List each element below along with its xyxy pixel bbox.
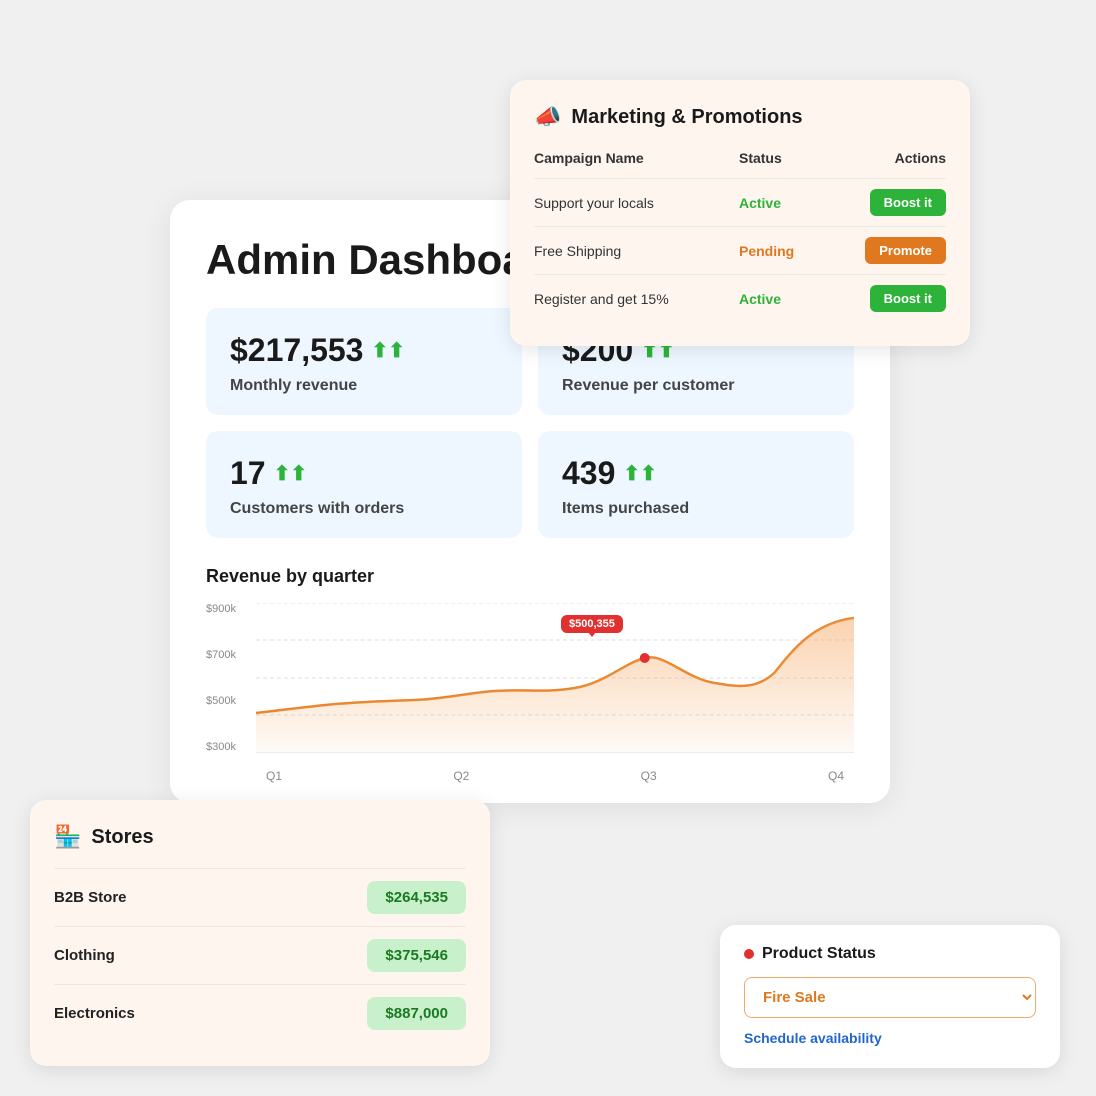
campaign-name-1: Support your locals [534,179,739,227]
col-actions: Actions [823,150,946,179]
metric-label-items: Items purchased [562,500,830,518]
marketing-promotions-card: 📣 Marketing & Promotions Campaign Name S… [510,80,970,346]
metric-value-items: 439 ⬆⬆ [562,455,830,492]
campaign-status-2: Pending [739,243,794,259]
stores-card: 🏪 Stores B2B Store $264,535 Clothing $37… [30,800,490,1066]
store-name-b2b: B2B Store [54,889,127,906]
metric-label-revenue: Monthly revenue [230,377,498,395]
chart-x-label-q1: Q1 [266,769,282,783]
items-trend-icon: ⬆⬆ [623,464,657,484]
chart-x-label-q4: Q4 [828,769,844,783]
chart-tooltip: $500,355 [561,615,623,633]
metric-value-customers: 17 ⬆⬆ [230,455,498,492]
boost-button-1[interactable]: Boost it [870,189,946,216]
campaign-status-3: Active [739,291,781,307]
chart-y-label-2: $700k [206,649,236,661]
chart-section: Revenue by quarter $900k $700k $500k $30… [206,566,854,803]
chart-y-label-1: $900k [206,603,236,615]
promote-button-1[interactable]: Promote [865,237,946,264]
revenue-chart-svg [256,603,854,753]
metric-label-customers: Customers with orders [230,500,498,518]
campaign-row-1: Support your locals Active Boost it [534,179,946,227]
campaign-name-3: Register and get 15% [534,275,739,323]
chart-x-axis: Q1 Q2 Q3 Q4 [256,769,854,783]
campaign-name-2: Free Shipping [534,227,739,275]
stores-icon: 🏪 [54,824,81,850]
chart-y-label-4: $300k [206,741,236,753]
col-status: Status [739,150,823,179]
chart-y-label-3: $500k [206,695,236,707]
marketing-title: Marketing & Promotions [571,106,802,129]
marketing-header: 📣 Marketing & Promotions [534,104,946,130]
metric-value-revenue: $217,553 ⬆⬆ [230,332,498,369]
marketing-icon: 📣 [534,104,561,130]
store-name-clothing: Clothing [54,947,115,964]
chart-x-label-q2: Q2 [453,769,469,783]
metric-label-rpc: Revenue per customer [562,377,830,395]
revenue-trend-icon: ⬆⬆ [371,341,405,361]
metric-card-revenue: $217,553 ⬆⬆ Monthly revenue [206,308,522,415]
store-row-b2b: B2B Store $264,535 [54,868,466,926]
product-status-select[interactable]: Fire Sale Active Inactive Clearance [744,977,1036,1018]
store-row-clothing: Clothing $375,546 [54,926,466,984]
product-status-header: Product Status [744,945,1036,963]
boost-button-2[interactable]: Boost it [870,285,946,312]
store-value-b2b: $264,535 [367,881,466,914]
schedule-availability-link[interactable]: Schedule availability [744,1030,882,1046]
marketing-table: Campaign Name Status Actions Support you… [534,150,946,322]
col-campaign-name: Campaign Name [534,150,739,179]
metric-card-customers: 17 ⬆⬆ Customers with orders [206,431,522,538]
store-value-clothing: $375,546 [367,939,466,972]
chart-title: Revenue by quarter [206,566,854,587]
campaign-status-1: Active [739,195,781,211]
chart-container: $900k $700k $500k $300k [206,603,854,783]
campaign-row-2: Free Shipping Pending Promote [534,227,946,275]
product-status-title: Product Status [762,945,876,963]
product-status-card: Product Status Fire Sale Active Inactive… [720,925,1060,1068]
store-name-electronics: Electronics [54,1005,135,1022]
chart-y-axis: $900k $700k $500k $300k [206,603,236,753]
customers-trend-icon: ⬆⬆ [274,464,308,484]
stores-title: Stores [91,826,153,849]
store-row-electronics: Electronics $887,000 [54,984,466,1042]
store-value-electronics: $887,000 [367,997,466,1030]
product-status-dot [744,949,754,959]
stores-header: 🏪 Stores [54,824,466,850]
chart-x-label-q3: Q3 [641,769,657,783]
metric-card-items: 439 ⬆⬆ Items purchased [538,431,854,538]
campaign-row-3: Register and get 15% Active Boost it [534,275,946,323]
